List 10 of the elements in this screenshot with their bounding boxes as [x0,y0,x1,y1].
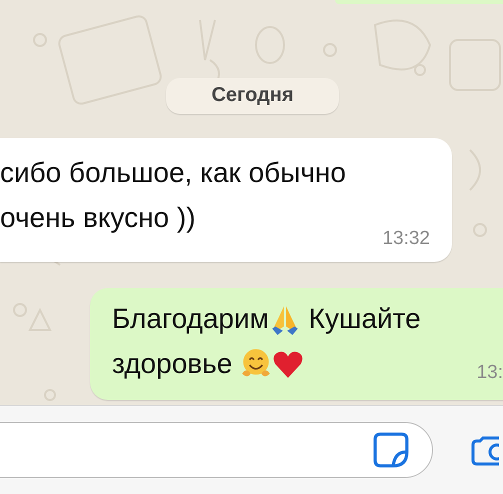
sticker-icon[interactable] [372,431,410,469]
message-text: очень вкусно )) [0,201,196,235]
message-time: 13: [476,362,503,384]
message-text: Благодарим [112,302,269,336]
message-time: 13:32 [382,228,430,250]
message-text: Кушайте [308,302,421,336]
message-text: сибо большое, как обычно [0,156,346,190]
message-text: здоровье [112,347,234,381]
message-input-field[interactable] [0,422,433,478]
date-divider: Сегодня [166,78,339,114]
